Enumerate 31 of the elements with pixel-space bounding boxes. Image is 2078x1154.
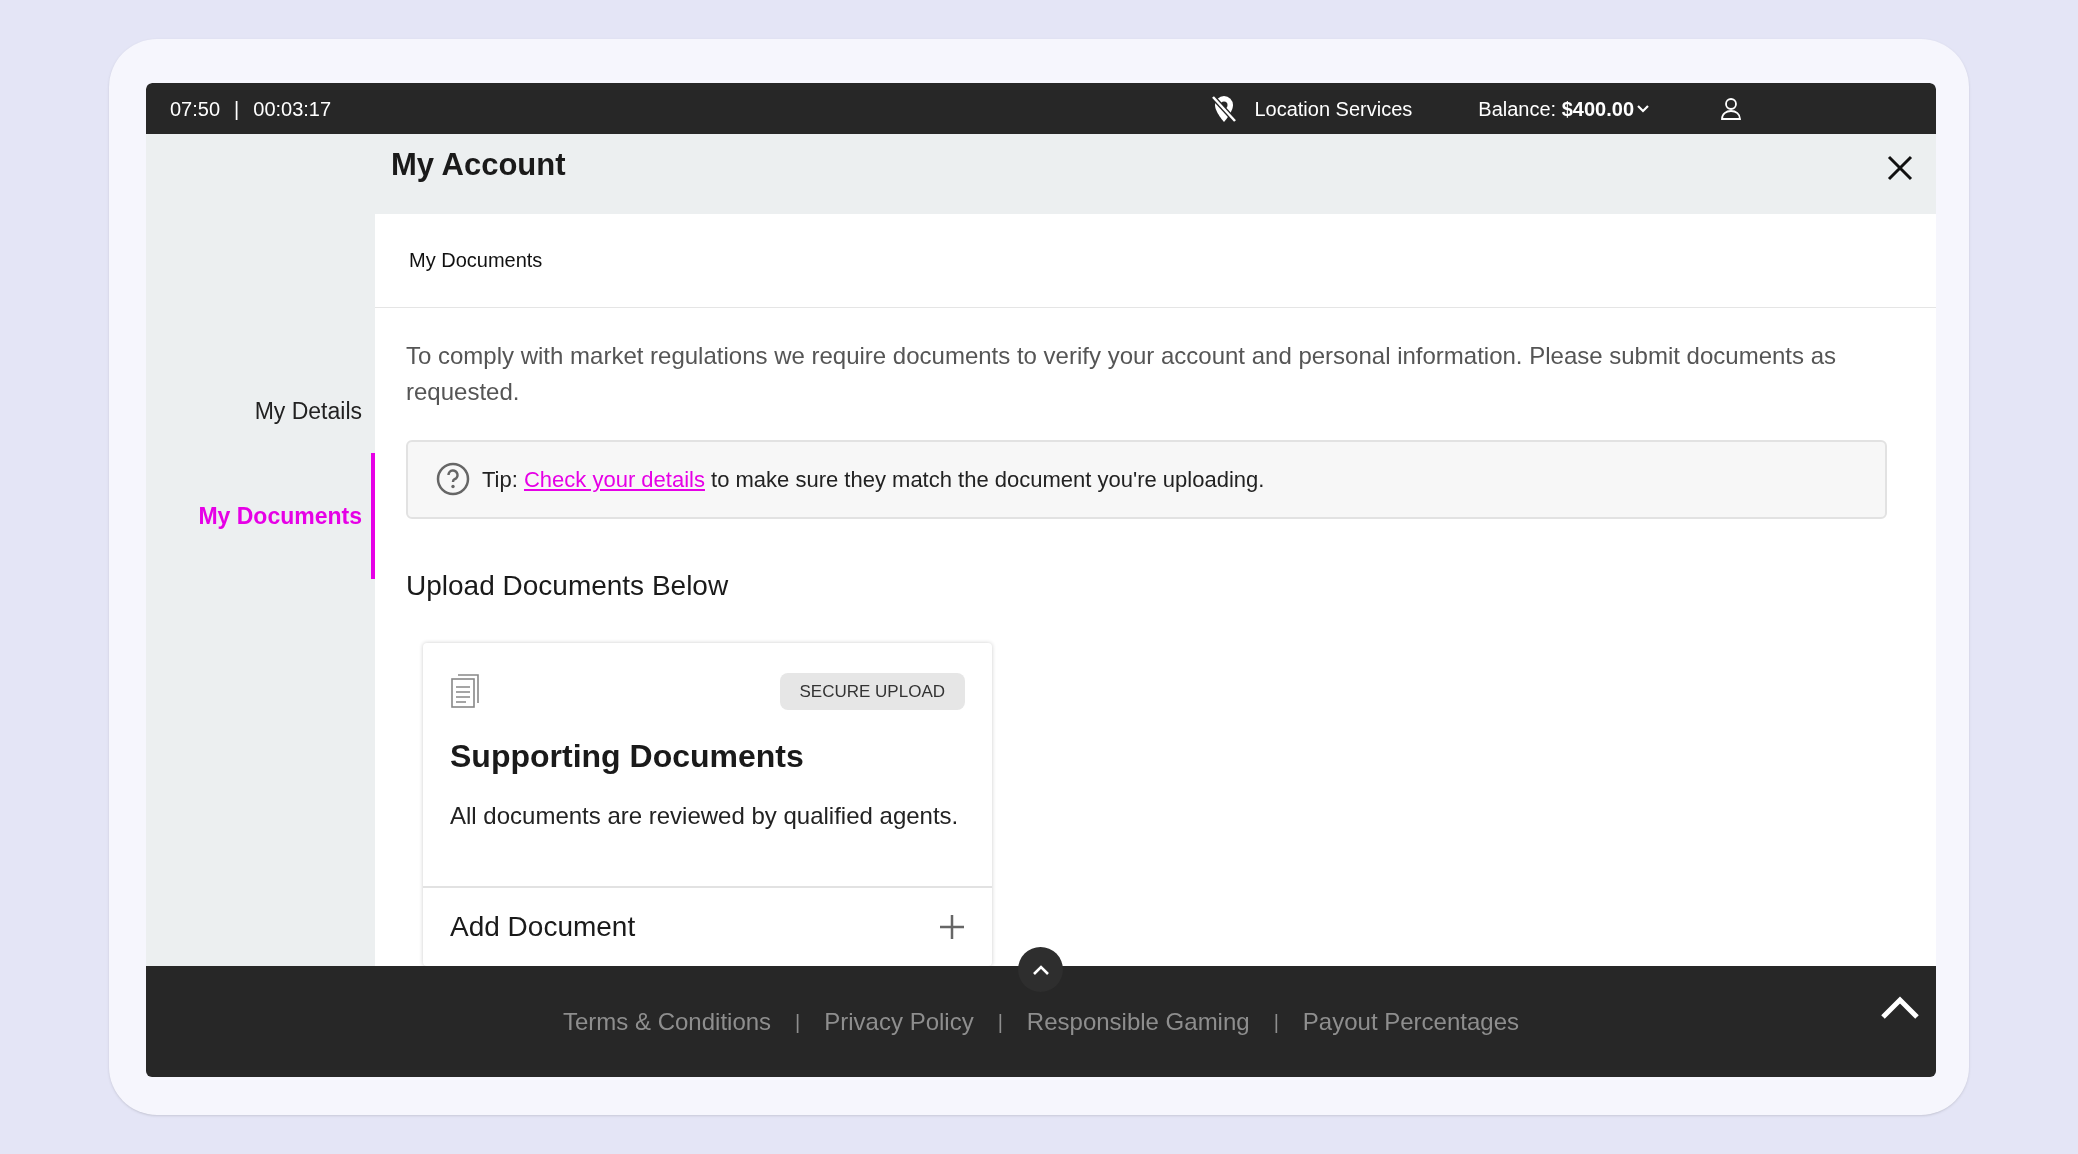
card-description: All documents are reviewed by qualified agents. [450,801,960,831]
page-title: My Account [391,146,566,184]
close-icon[interactable] [1886,154,1914,182]
footer-link[interactable]: Responsible Gaming [1026,1003,1250,1040]
upload-heading: Upload Documents Below [406,568,730,603]
document-icon [450,672,482,709]
check-details-link[interactable]: Check your details [524,466,705,492]
user-icon[interactable] [1720,96,1742,121]
session-timer: 00:03:17 [253,96,332,122]
chevron-up-icon [1031,963,1050,976]
plus-icon [939,914,965,940]
footer-link[interactable]: Privacy Policy [824,1003,974,1040]
help-icon [436,462,470,496]
chevron-up-icon[interactable] [1880,996,1920,1020]
footer-link[interactable]: Terms & Conditions [563,1003,772,1040]
tip-text: Tip: Check your details to make sure they match the document you're uploading. [482,465,1265,494]
clock-time: 07:50 [170,96,221,122]
location-off-icon [1210,93,1239,124]
separator: | [234,96,240,122]
balance-dropdown[interactable]: Balance: $400.00 [1478,93,1650,124]
intro-paragraph: To comply with market regulations we require documents to verify your account and personal information. Please submit documents as requested. [406,340,1838,407]
secure-upload-badge: SECURE UPLOAD [779,672,965,710]
chevron-down-icon [1636,103,1650,114]
footer-link[interactable]: Payout Percentages [1302,1003,1519,1040]
sidebar-item[interactable]: My Details [254,374,375,449]
location-services-link[interactable]: Location Services [1254,93,1413,124]
separator: | [795,1009,801,1035]
section-title: My Documents [409,248,543,274]
separator: | [1273,1009,1279,1035]
card-title: Supporting Documents [450,737,805,776]
separator: | [997,1009,1003,1035]
